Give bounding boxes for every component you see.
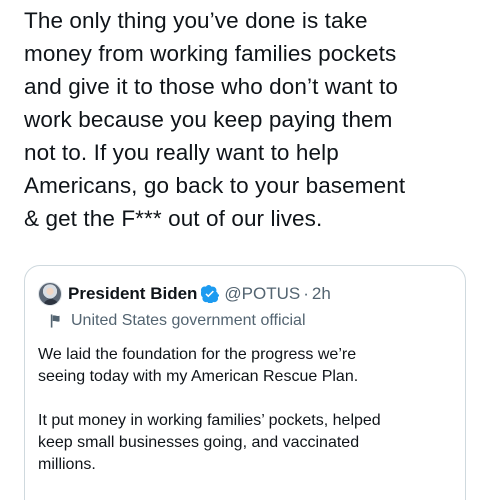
verified-icon [201,285,220,303]
tweet-text: The only thing you’ve done is take money… [24,4,480,235]
author-name[interactable]: President Biden [68,284,197,304]
separator-dot: · [303,284,309,303]
quoted-tweet-text-line: keep small businesses going, and vaccina… [38,434,360,451]
author-handle[interactable]: @POTUS [224,284,300,304]
avatar[interactable] [38,282,62,306]
flag-icon [48,313,63,329]
tweet-text-line: The only thing you’ve done is take [24,8,368,33]
tweet-text-line: work because you keep paying them [24,107,393,132]
tweet-text-line: money from working families pockets [24,41,397,66]
quoted-tweet-text-line: We laid the foundation for the progress … [38,346,357,363]
government-official-label: United States government official [48,312,306,330]
quoted-tweet-card[interactable]: President Biden @POTUS · 2h United State… [24,265,466,500]
quoted-tweet-text-line: It put money in working families’ pocket… [38,412,381,429]
tweet-text-line: Americans, go back to your basement [24,173,406,198]
official-label-text: United States government official [71,312,306,329]
quoted-tweet-text-line: seeing today with my American Rescue Pla… [38,368,359,385]
quoted-tweet-text: We laid the foundation for the progress … [38,344,448,476]
tweet-text-line: not to. If you really want to help [24,140,339,165]
quoted-tweet-text-line: millions. [38,456,96,473]
timestamp[interactable]: 2h [312,284,331,304]
quoted-tweet-header: President Biden @POTUS · 2h [38,282,331,306]
tweet-text-line: and give it to those who don’t want to [24,74,399,99]
tweet-text-line: & get the F*** out of our lives. [24,206,323,231]
tweet-screenshot: The only thing you’ve done is take money… [0,0,490,500]
